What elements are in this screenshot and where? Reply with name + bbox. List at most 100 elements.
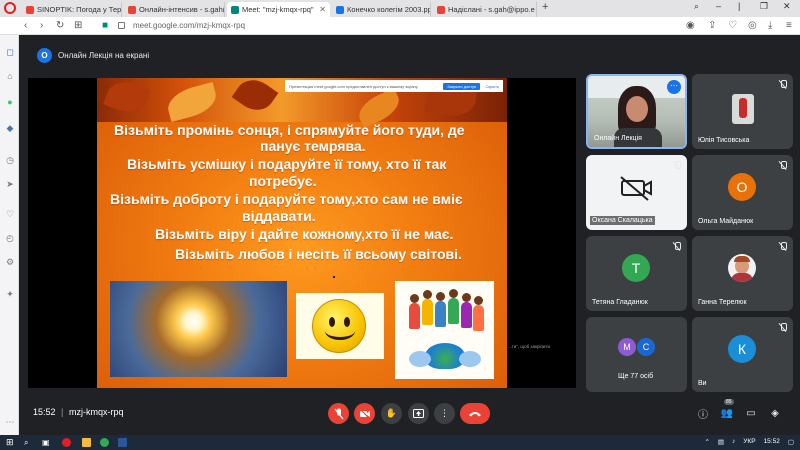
participant-tile[interactable]: Т Тетяна Гладанюк (586, 236, 687, 311)
participant-photo (728, 254, 756, 282)
mic-off-icon (780, 323, 787, 332)
lock-icon[interactable] (118, 22, 125, 29)
participant-avatar: М (618, 338, 636, 356)
activities-button[interactable]: ◈ (767, 405, 783, 421)
tab-intensive[interactable]: Онлайн-інтенсив - s.gah( ✕ (124, 2, 225, 17)
volume-icon[interactable]: ♪ (732, 438, 735, 446)
system-tray: ⌃ ▤ ♪ УКР 15:52 ▢ (704, 438, 794, 446)
clock-icon[interactable]: ◴ (5, 233, 15, 243)
url-field[interactable]: meet.google.com/mzj-kmqx-rpq (133, 21, 245, 30)
reload-icon[interactable]: ↻ (56, 20, 64, 31)
taskbar-clock[interactable]: 15:52 (764, 438, 780, 446)
close-icon[interactable]: ✕ (316, 5, 326, 14)
participant-tile-self[interactable]: К Ви (692, 317, 793, 392)
send-icon[interactable]: ➤ (5, 179, 15, 189)
new-tab-plus-icon[interactable]: + (542, 1, 548, 13)
share-icon[interactable]: ⇪ (708, 20, 716, 31)
opera-sidebar: ◻ ⌂ ● ◆ ◷ ➤ ♡ ◴ ⚙ ✦ ⋯ (0, 35, 19, 435)
download-icon[interactable]: ⤓ (768, 20, 772, 31)
chevron-up-icon[interactable]: ⌃ (704, 438, 709, 446)
shared-screen[interactable]: Презентация meet.google.com предоставлен… (28, 78, 576, 388)
participant-tile[interactable]: О Ольга Майданюк (692, 155, 793, 230)
activities-shapes-icon: ◈ (771, 407, 779, 419)
meeting-code: mzj-kmqx-rpq (69, 407, 124, 417)
lightbulb-icon[interactable]: ✦ (5, 289, 15, 299)
camera-off-button[interactable] (354, 403, 375, 424)
participant-name: Ви (698, 380, 707, 387)
back-arrow-icon[interactable]: ‹ (24, 20, 27, 31)
close-icon[interactable]: ✕ (535, 5, 536, 14)
sun-in-hands-image (110, 281, 287, 377)
close-window-icon[interactable]: ✕ (783, 1, 791, 12)
mic-off-icon (780, 80, 787, 89)
settings-gear-icon[interactable]: ⚙ (5, 257, 15, 267)
more-options-button[interactable]: ⋮ (434, 403, 455, 424)
restore-icon[interactable]: ❐ (760, 1, 768, 12)
raise-hand-button[interactable]: ✋ (381, 403, 402, 424)
mic-off-icon (780, 161, 787, 170)
network-icon[interactable]: ▤ (718, 438, 724, 446)
participant-tile[interactable]: ⋯ Онлайн Лекція (586, 74, 687, 149)
easy-setup-icon[interactable]: ≡ (786, 20, 792, 31)
mic-off-button[interactable] (328, 403, 349, 424)
present-screen-button[interactable] (408, 403, 429, 424)
hang-up-icon (469, 412, 481, 417)
participant-tile[interactable]: Ганна Терелюк (692, 236, 793, 311)
chrome-taskbar-icon[interactable] (100, 438, 109, 447)
tab-meet[interactable]: Meet: "mzj-kmqx-rpq" ✕ (227, 2, 330, 17)
gmail-favicon-icon (128, 5, 136, 14)
input-language[interactable]: УКР (743, 438, 755, 446)
tab-presentation[interactable]: Конечко колегім 2003.ppt ✕ (332, 2, 431, 17)
explorer-taskbar-icon[interactable] (82, 438, 91, 447)
tab-label: Надіслані - s.gah@ippo.e (448, 5, 535, 14)
chat-button[interactable]: ▭ (743, 405, 759, 421)
heart-icon[interactable]: ♡ (728, 20, 737, 31)
meeting-time: 15:52 (33, 407, 56, 417)
more-dots-icon[interactable]: ⋯ (5, 417, 15, 427)
leave-call-button[interactable] (460, 403, 490, 424)
meet-favicon-icon (231, 5, 239, 14)
more-participants-tile[interactable]: М С Ще 77 осіб (586, 317, 687, 392)
speed-dial-icon[interactable]: ◻ (5, 47, 15, 57)
camera-off-icon (620, 176, 652, 201)
home-grid-icon[interactable]: ⊞ (74, 20, 82, 31)
mic-off-icon (780, 242, 787, 251)
minimize-icon[interactable]: ‒ (716, 1, 721, 11)
slide-line: Візьміть усмішку і подаруйте її тому, хт… (127, 156, 447, 172)
hide-share-bar-button[interactable]: Скрыть (485, 84, 499, 89)
meet-camera-icon: ■ (102, 20, 109, 31)
participant-tile[interactable]: Юлія Тисовська (692, 74, 793, 149)
task-view-icon[interactable]: ▣ (42, 438, 51, 447)
participant-thumbnail (732, 94, 754, 124)
slide-line: віддавати. (242, 208, 316, 224)
word-taskbar-icon[interactable] (118, 438, 127, 447)
forward-arrow-icon[interactable]: › (40, 20, 43, 31)
tab-sinoptik[interactable]: SINOPTIK: Погода у Терн ✕ (22, 2, 122, 17)
slide-line: Візьміть любов і несіть її всьому світов… (175, 246, 462, 262)
history-icon[interactable]: ◷ (5, 155, 15, 165)
window-separator-icon: | (738, 1, 741, 11)
notification-icon[interactable]: ▢ (788, 438, 794, 446)
more-options-icon[interactable]: ⋯ (667, 80, 681, 94)
heart-icon[interactable]: ♡ (5, 209, 15, 219)
windows-start-icon[interactable]: ⊞ (6, 438, 15, 447)
participant-name: Ганна Терелюк (698, 299, 747, 306)
camera-indicator-icon[interactable]: ◉ (686, 20, 695, 31)
home-icon[interactable]: ⌂ (5, 71, 15, 81)
vk-icon[interactable]: ◆ (5, 123, 15, 133)
stop-sharing-button[interactable]: Закрыть доступ (443, 82, 481, 90)
browser-tab-strip: SINOPTIK: Погода у Терн ✕ Онлайн-інтенси… (0, 0, 800, 17)
meeting-details-button[interactable]: ⓘ (695, 405, 711, 421)
whatsapp-icon[interactable]: ● (5, 97, 15, 107)
search-icon[interactable]: ⌕ (24, 438, 33, 447)
opera-logo-icon[interactable] (4, 2, 16, 14)
slide-line: Візьміть віру і дайте кожному,хто її не … (155, 226, 454, 242)
people-button[interactable]: 👥 (719, 405, 735, 421)
tab-sent-mail[interactable]: Надіслані - s.gah@ippo.e ✕ (433, 2, 537, 17)
search-tabs-icon[interactable]: ⌕ (694, 1, 699, 12)
opera-taskbar-icon[interactable] (62, 438, 71, 447)
more-vert-icon: ⋮ (440, 408, 449, 418)
participant-name: Ольга Майданюк (698, 218, 754, 225)
participant-tile[interactable]: Оксана Скалацька (586, 155, 687, 230)
snapshot-icon[interactable]: ◎ (748, 20, 757, 31)
